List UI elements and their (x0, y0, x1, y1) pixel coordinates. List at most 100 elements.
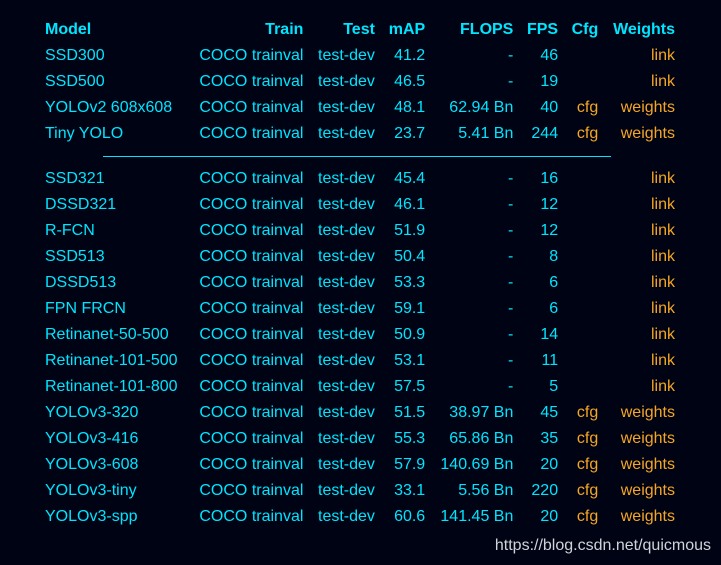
cell-fps: 8 (549, 248, 559, 265)
cfg-link[interactable] (564, 348, 604, 374)
cell-map: 45.4 (394, 170, 426, 187)
cfg-link[interactable] (564, 244, 604, 270)
model-comparison-table: Model Train Test mAP FLOPS FPS Cfg Weigh… (39, 17, 681, 530)
cell-fps: 20 (540, 508, 559, 525)
weights-link[interactable]: weights (604, 478, 681, 504)
weights-link[interactable]: weights (604, 452, 681, 478)
cell-flops: - (508, 300, 514, 317)
cfg-link[interactable]: cfg (564, 95, 604, 121)
group-divider (103, 156, 611, 157)
cell-model: YOLOv2 608x608 (45, 99, 173, 116)
cell-flops: - (508, 170, 514, 187)
weights-link[interactable]: link (604, 166, 681, 192)
cell-train: COCO trainval (199, 196, 304, 213)
cfg-link[interactable] (564, 218, 604, 244)
weights-link[interactable]: link (604, 218, 681, 244)
weights-link[interactable]: link (604, 348, 681, 374)
cell-map: 53.3 (394, 274, 426, 291)
cfg-link[interactable]: cfg (564, 478, 604, 504)
cell-test: test-dev (318, 430, 375, 447)
cfg-link[interactable] (564, 322, 604, 348)
weights-link[interactable]: link (604, 192, 681, 218)
group-separator-cell (39, 147, 681, 166)
cell-map: 59.1 (394, 300, 426, 317)
cfg-link[interactable]: cfg (564, 452, 604, 478)
table-row: DSSD321 COCO trainval test-dev 46.1 - 12 link (39, 192, 681, 218)
cell-test: test-dev (318, 170, 375, 187)
cell-flops: 62.94 Bn (449, 99, 514, 116)
cell-model: DSSD321 (45, 196, 117, 213)
table-row: YOLOv3-spp COCO trainval test-dev 60.6 141.4… (39, 504, 681, 530)
cell-test: test-dev (318, 125, 375, 142)
weights-link[interactable]: weights (604, 426, 681, 452)
weights-link[interactable]: link (604, 322, 681, 348)
cell-map: 33.1 (394, 482, 426, 499)
cfg-link[interactable]: cfg (564, 400, 604, 426)
cell-model: SSD321 (45, 170, 105, 187)
cell-fps: 12 (540, 222, 559, 239)
cell-model: YOLOv3-416 (45, 430, 139, 447)
cell-train: COCO trainval (199, 482, 304, 499)
weights-link[interactable]: weights (604, 400, 681, 426)
group-separator-row (39, 147, 681, 166)
cell-model: YOLOv3-tiny (45, 482, 137, 499)
header-cfg: Cfg (571, 21, 599, 38)
cell-map: 23.7 (394, 125, 426, 142)
cell-train: COCO trainval (199, 170, 304, 187)
cfg-link[interactable] (564, 69, 604, 95)
cell-map: 51.5 (394, 404, 426, 421)
cell-train: COCO trainval (199, 404, 304, 421)
table-row: DSSD513 COCO trainval test-dev 53.3 - 6 link (39, 270, 681, 296)
cell-map: 53.1 (394, 352, 426, 369)
cell-flops: - (508, 248, 514, 265)
weights-link[interactable]: link (604, 69, 681, 95)
cfg-link[interactable] (564, 43, 604, 69)
table-row: Retinanet-101-800 COCO trainval test-dev 57… (39, 374, 681, 400)
cell-map: 55.3 (394, 430, 426, 447)
table-header-row: Model Train Test mAP FLOPS FPS Cfg Weigh… (39, 17, 681, 43)
cfg-link[interactable] (564, 166, 604, 192)
cfg-link[interactable] (564, 270, 604, 296)
table-row: YOLOv2 608x608 COCO trainval test-dev 48.1 6… (39, 95, 681, 121)
cell-model: YOLOv3-608 (45, 456, 139, 473)
cell-test: test-dev (318, 352, 375, 369)
cell-train: COCO trainval (199, 430, 304, 447)
header-map: mAP (388, 21, 426, 38)
cell-test: test-dev (318, 378, 375, 395)
cfg-link[interactable] (564, 374, 604, 400)
table-row: SSD321 COCO trainval test-dev 45.4 - 16 link (39, 166, 681, 192)
weights-link[interactable]: link (604, 270, 681, 296)
cell-flops: 141.45 Bn (440, 508, 514, 525)
cell-train: COCO trainval (199, 125, 304, 142)
weights-link[interactable]: weights (604, 121, 681, 147)
cell-fps: 5 (549, 378, 559, 395)
table-row: YOLOv3-416 COCO trainval test-dev 55.3 65.86… (39, 426, 681, 452)
weights-link[interactable]: link (604, 296, 681, 322)
weights-link[interactable]: weights (604, 504, 681, 530)
cfg-link[interactable]: cfg (564, 504, 604, 530)
cfg-link[interactable] (564, 192, 604, 218)
weights-link[interactable]: weights (604, 95, 681, 121)
cell-train: COCO trainval (199, 352, 304, 369)
cell-model: R-FCN (45, 222, 95, 239)
cell-fps: 11 (541, 352, 559, 369)
cell-flops: - (508, 352, 514, 369)
cell-flops: - (508, 73, 514, 90)
cell-test: test-dev (318, 196, 375, 213)
cell-test: test-dev (318, 482, 375, 499)
weights-link[interactable]: link (604, 374, 681, 400)
cell-test: test-dev (318, 248, 375, 265)
cfg-link[interactable]: cfg (564, 426, 604, 452)
cell-test: test-dev (318, 222, 375, 239)
watermark: https://blog.csdn.net/quicmous (494, 537, 711, 554)
cfg-link[interactable] (564, 296, 604, 322)
header-test: Test (343, 21, 375, 38)
weights-link[interactable]: link (604, 244, 681, 270)
header-fps: FPS (526, 21, 559, 38)
cell-train: COCO trainval (199, 274, 304, 291)
cell-map: 60.6 (394, 508, 426, 525)
cfg-link[interactable]: cfg (564, 121, 604, 147)
weights-link[interactable]: link (604, 43, 681, 69)
cell-map: 51.9 (394, 222, 426, 239)
cell-train: COCO trainval (199, 508, 304, 525)
